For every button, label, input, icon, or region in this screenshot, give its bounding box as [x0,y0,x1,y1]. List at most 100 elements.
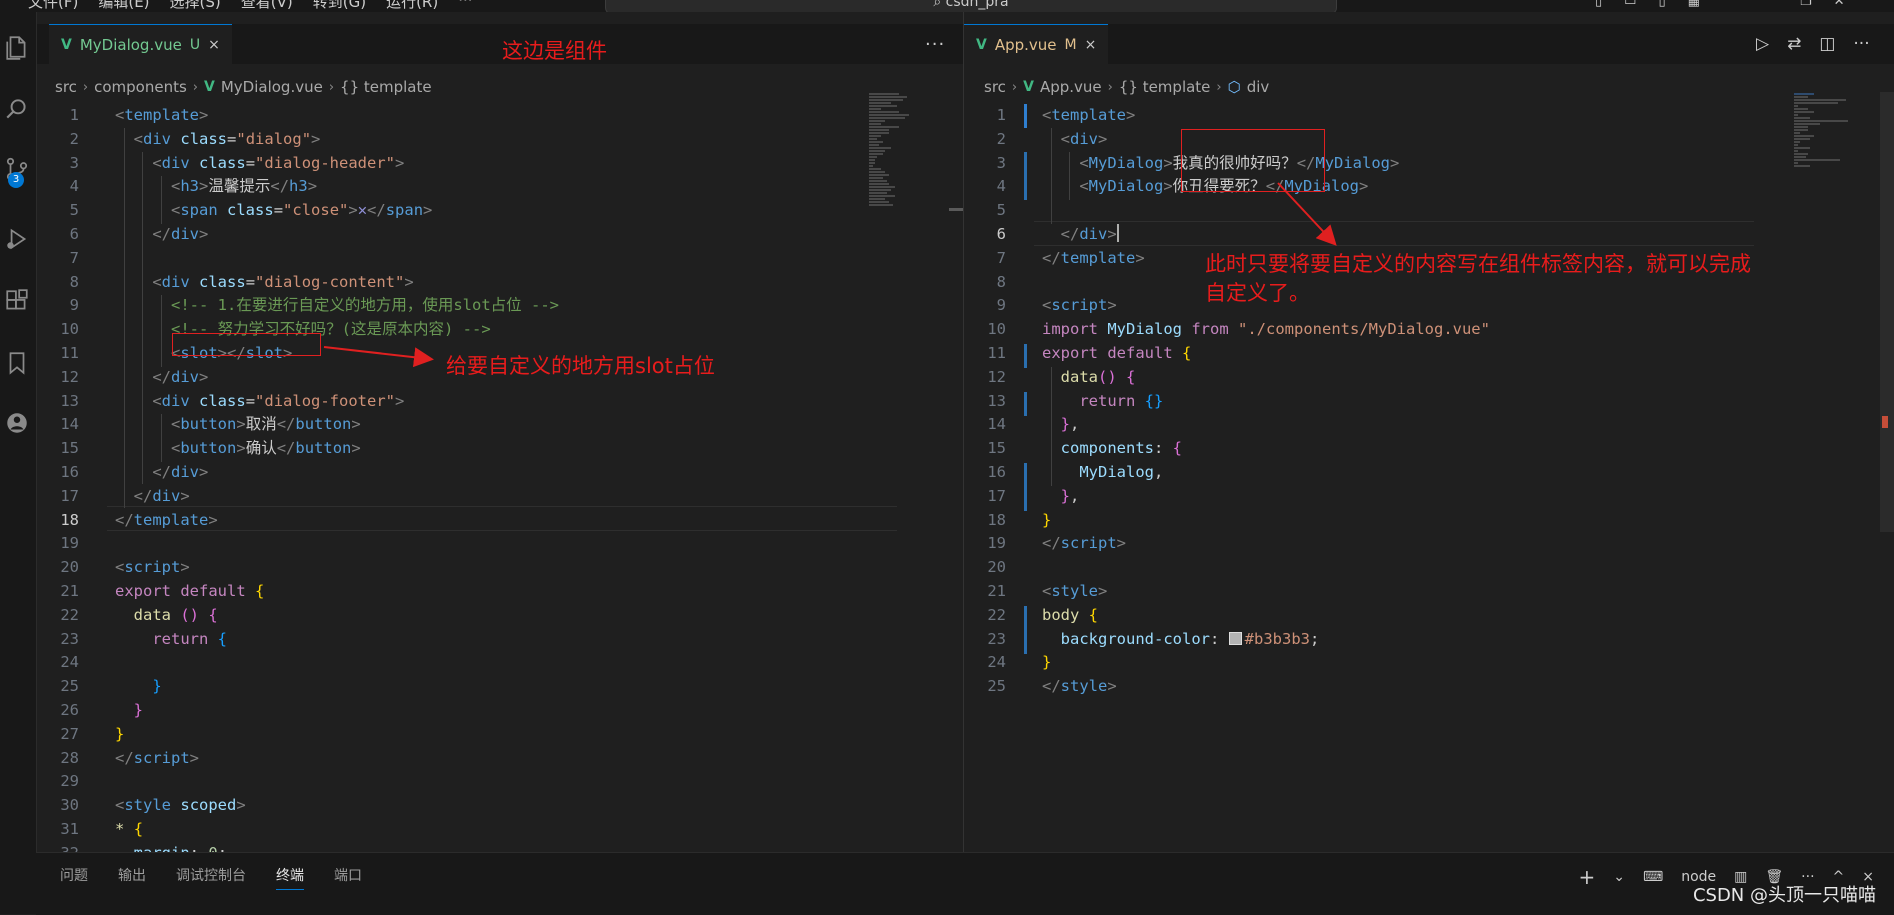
code-line[interactable]: 24 [37,651,937,675]
search-icon[interactable] [4,96,30,122]
tab-app[interactable]: V App.vue M × [964,24,1109,65]
code-line[interactable]: 9 <script> [964,294,1864,318]
code-line[interactable]: 17 </div> [37,485,937,509]
code-line[interactable]: 21 <style> [964,580,1864,604]
code-line[interactable]: 19 </script> [964,532,1864,556]
code-line[interactable]: 20 <script> [37,556,937,580]
code-line[interactable]: 6 </div> [37,223,937,247]
breadcrumb-item[interactable]: div [1247,78,1270,96]
code-line[interactable]: 13 <div class="dialog-footer"> [37,390,937,414]
menu-go[interactable]: 转到(G) [313,0,366,12]
right-code-editor[interactable]: 1 <template> 2 <div> 3 <MyDialog>我真的很帅好吗？</… [964,104,1864,699]
code-line[interactable]: 14 }, [964,413,1864,437]
command-center-search[interactable]: ⌕ csdn_pra [605,0,1337,12]
code-line[interactable]: 23 background-color: #b3b3b3; [964,628,1864,652]
code-line[interactable]: 11 export default { [964,342,1864,366]
close-window-icon[interactable]: ✕ [1834,0,1845,9]
tab-ports[interactable]: 端口 [334,865,362,890]
tab-output[interactable]: 输出 [118,865,146,890]
left-code-editor[interactable]: 1 <template> 2 <div class="dialog"> 3 <div … [37,104,937,866]
close-icon[interactable]: × [1085,37,1097,53]
code-line[interactable]: 26 } [37,699,937,723]
minimap[interactable] [869,92,913,207]
menu-selection[interactable]: 选择(S) [170,0,221,12]
breadcrumb-item[interactable]: src [55,78,77,96]
code-line[interactable]: 18} [964,509,1864,533]
code-line[interactable]: 15 components: { [964,437,1864,461]
scrollbar-thumb[interactable] [949,208,963,211]
code-line[interactable]: 18 </template> [37,509,937,533]
code-line[interactable]: 5 <span class="close">✕</span> [37,199,937,223]
tab-mydialog[interactable]: V MyDialog.vue U × [49,24,232,65]
breadcrumb-item[interactable]: src [984,78,1006,96]
code-line[interactable]: 4 <MyDialog>你丑得要死？</MyDialog> [964,175,1864,199]
breadcrumb-item[interactable]: {} template [1119,78,1211,96]
toggle-secondary-icon[interactable]: ▯ [1658,0,1665,9]
bookmark-icon[interactable] [4,350,30,376]
menu-file[interactable]: 文件(F) [28,0,78,12]
code-line[interactable]: 25 </style> [964,675,1864,699]
code-line[interactable]: 1 <template> [964,104,1864,128]
code-line[interactable]: 3 <MyDialog>我真的很帅好吗？</MyDialog> [964,152,1864,176]
files-icon[interactable] [4,34,30,60]
code-line[interactable]: 3 <div class="dialog-header"> [37,152,937,176]
split-editor-icon[interactable]: ◫ [1819,34,1835,54]
code-line[interactable]: 1 <template> [37,104,937,128]
run-icon[interactable]: ▷ [1756,34,1769,54]
customize-layout-icon[interactable]: ▦ [1688,0,1700,9]
code-line[interactable]: 16 MyDialog, [964,461,1864,485]
code-line[interactable]: 23 return { [37,628,937,652]
extensions-icon[interactable] [4,288,30,314]
code-line[interactable]: 21 export default { [37,580,937,604]
code-line[interactable]: 14 <button>取消</button> [37,413,937,437]
close-icon[interactable]: × [208,37,220,53]
toggle-sidebar-icon[interactable]: ▯ [1595,0,1602,9]
code-line[interactable]: 9 <!-- 1.在要进行自定义的地方用，使用slot占位 --> [37,294,937,318]
compare-changes-icon[interactable]: ⇄ [1787,34,1801,54]
code-line[interactable]: 16 </div> [37,461,937,485]
code-line[interactable]: 24} [964,651,1864,675]
code-line[interactable]: 19 [37,532,937,556]
new-terminal-icon[interactable]: + [1578,865,1595,889]
account-icon[interactable] [4,410,30,436]
code-line[interactable]: 22 body { [964,604,1864,628]
minimap[interactable] [1794,92,1848,168]
code-line[interactable]: 28 </script> [37,747,937,771]
code-line[interactable]: 29 [37,770,937,794]
menu-more[interactable]: ··· [458,0,472,12]
menu-run[interactable]: 运行(R) [386,0,438,12]
tab-problems[interactable]: 问题 [60,865,88,890]
code-line[interactable]: 22 data () { [37,604,937,628]
menu-view[interactable]: 查看(V) [241,0,293,12]
code-line[interactable]: 27} [37,723,937,747]
breadcrumb-item[interactable]: MyDialog.vue [221,78,323,96]
tab-terminal[interactable]: 终端 [276,865,304,890]
code-line[interactable]: 2 <div> [964,128,1864,152]
toggle-panel-icon[interactable]: ▭ [1624,0,1636,9]
code-line[interactable]: 30 <style scoped> [37,794,937,818]
code-line[interactable]: 25 } [37,675,937,699]
code-line[interactable]: 20 [964,556,1864,580]
code-line[interactable]: 6 </div> [964,223,1864,247]
breadcrumb-item[interactable]: App.vue [1040,78,1102,96]
restore-icon[interactable]: ❐ [1800,0,1812,9]
tab-debug-console[interactable]: 调试控制台 [176,865,246,890]
breadcrumb-item[interactable]: components [94,78,187,96]
more-actions-icon[interactable]: ··· [1853,34,1869,54]
code-line[interactable]: 12 data() { [964,366,1864,390]
code-line[interactable]: 31 * { [37,818,937,842]
chevron-down-icon[interactable]: ⌄ [1613,869,1625,885]
code-line[interactable]: 8 <div class="dialog-content"> [37,271,937,295]
code-line[interactable]: 10 import MyDialog from "./components/MyD… [964,318,1864,342]
breadcrumb-item[interactable]: {} template [340,78,432,96]
scrollbar-track[interactable] [1880,92,1894,532]
run-debug-icon[interactable] [4,226,30,252]
code-line[interactable]: 2 <div class="dialog"> [37,128,937,152]
menu-edit[interactable]: 编辑(E) [98,0,149,12]
code-line[interactable]: 13 return {} [964,390,1864,414]
code-line[interactable]: 17 }, [964,485,1864,509]
more-actions-icon[interactable]: ··· [925,34,945,55]
code-line[interactable]: 5 [964,199,1864,223]
code-line[interactable]: 4 <h3>温馨提示</h3> [37,175,937,199]
code-line[interactable]: 7 [37,247,937,271]
